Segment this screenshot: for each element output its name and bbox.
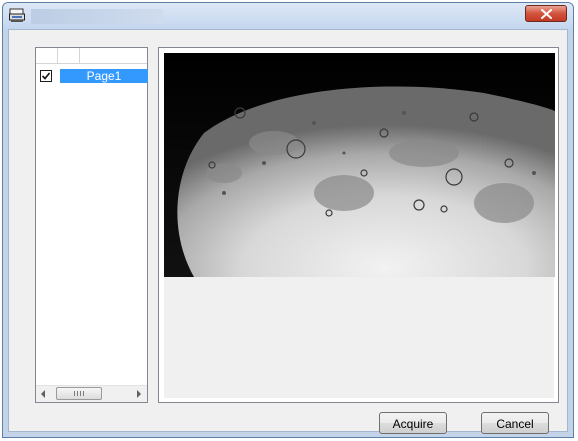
- scanner-icon[interactable]: [9, 8, 25, 23]
- scroll-right-arrow[interactable]: [137, 390, 141, 398]
- list-header: [36, 48, 147, 65]
- scan-preview: [158, 47, 559, 403]
- checkmark-icon: [42, 72, 50, 80]
- list-header-column[interactable]: [80, 48, 147, 64]
- close-button[interactable]: [525, 5, 567, 22]
- close-icon: [541, 9, 552, 19]
- page-checkbox[interactable]: [40, 70, 52, 82]
- list-header-column[interactable]: [36, 48, 58, 64]
- cancel-button[interactable]: Cancel: [481, 412, 549, 434]
- acquire-button[interactable]: Acquire: [379, 412, 447, 434]
- list-header-column[interactable]: [58, 48, 80, 64]
- list-item-label[interactable]: Page1: [60, 69, 148, 83]
- scrollbar-thumb[interactable]: [56, 387, 102, 400]
- horizontal-scrollbar[interactable]: [36, 385, 147, 402]
- dialog-client-area: Page1 Acquire Cancel: [8, 29, 568, 434]
- scroll-left-arrow[interactable]: [41, 390, 45, 398]
- preview-empty-area: [164, 277, 554, 398]
- scrollbar-grip-icon: [74, 391, 84, 396]
- preview-image: [164, 53, 555, 277]
- list-item[interactable]: Page1: [36, 69, 148, 83]
- pages-list[interactable]: Page1: [35, 47, 148, 403]
- window-title: [31, 9, 163, 24]
- dialog-window: Page1 Acquire Cancel: [2, 2, 574, 438]
- title-bar[interactable]: [3, 3, 573, 29]
